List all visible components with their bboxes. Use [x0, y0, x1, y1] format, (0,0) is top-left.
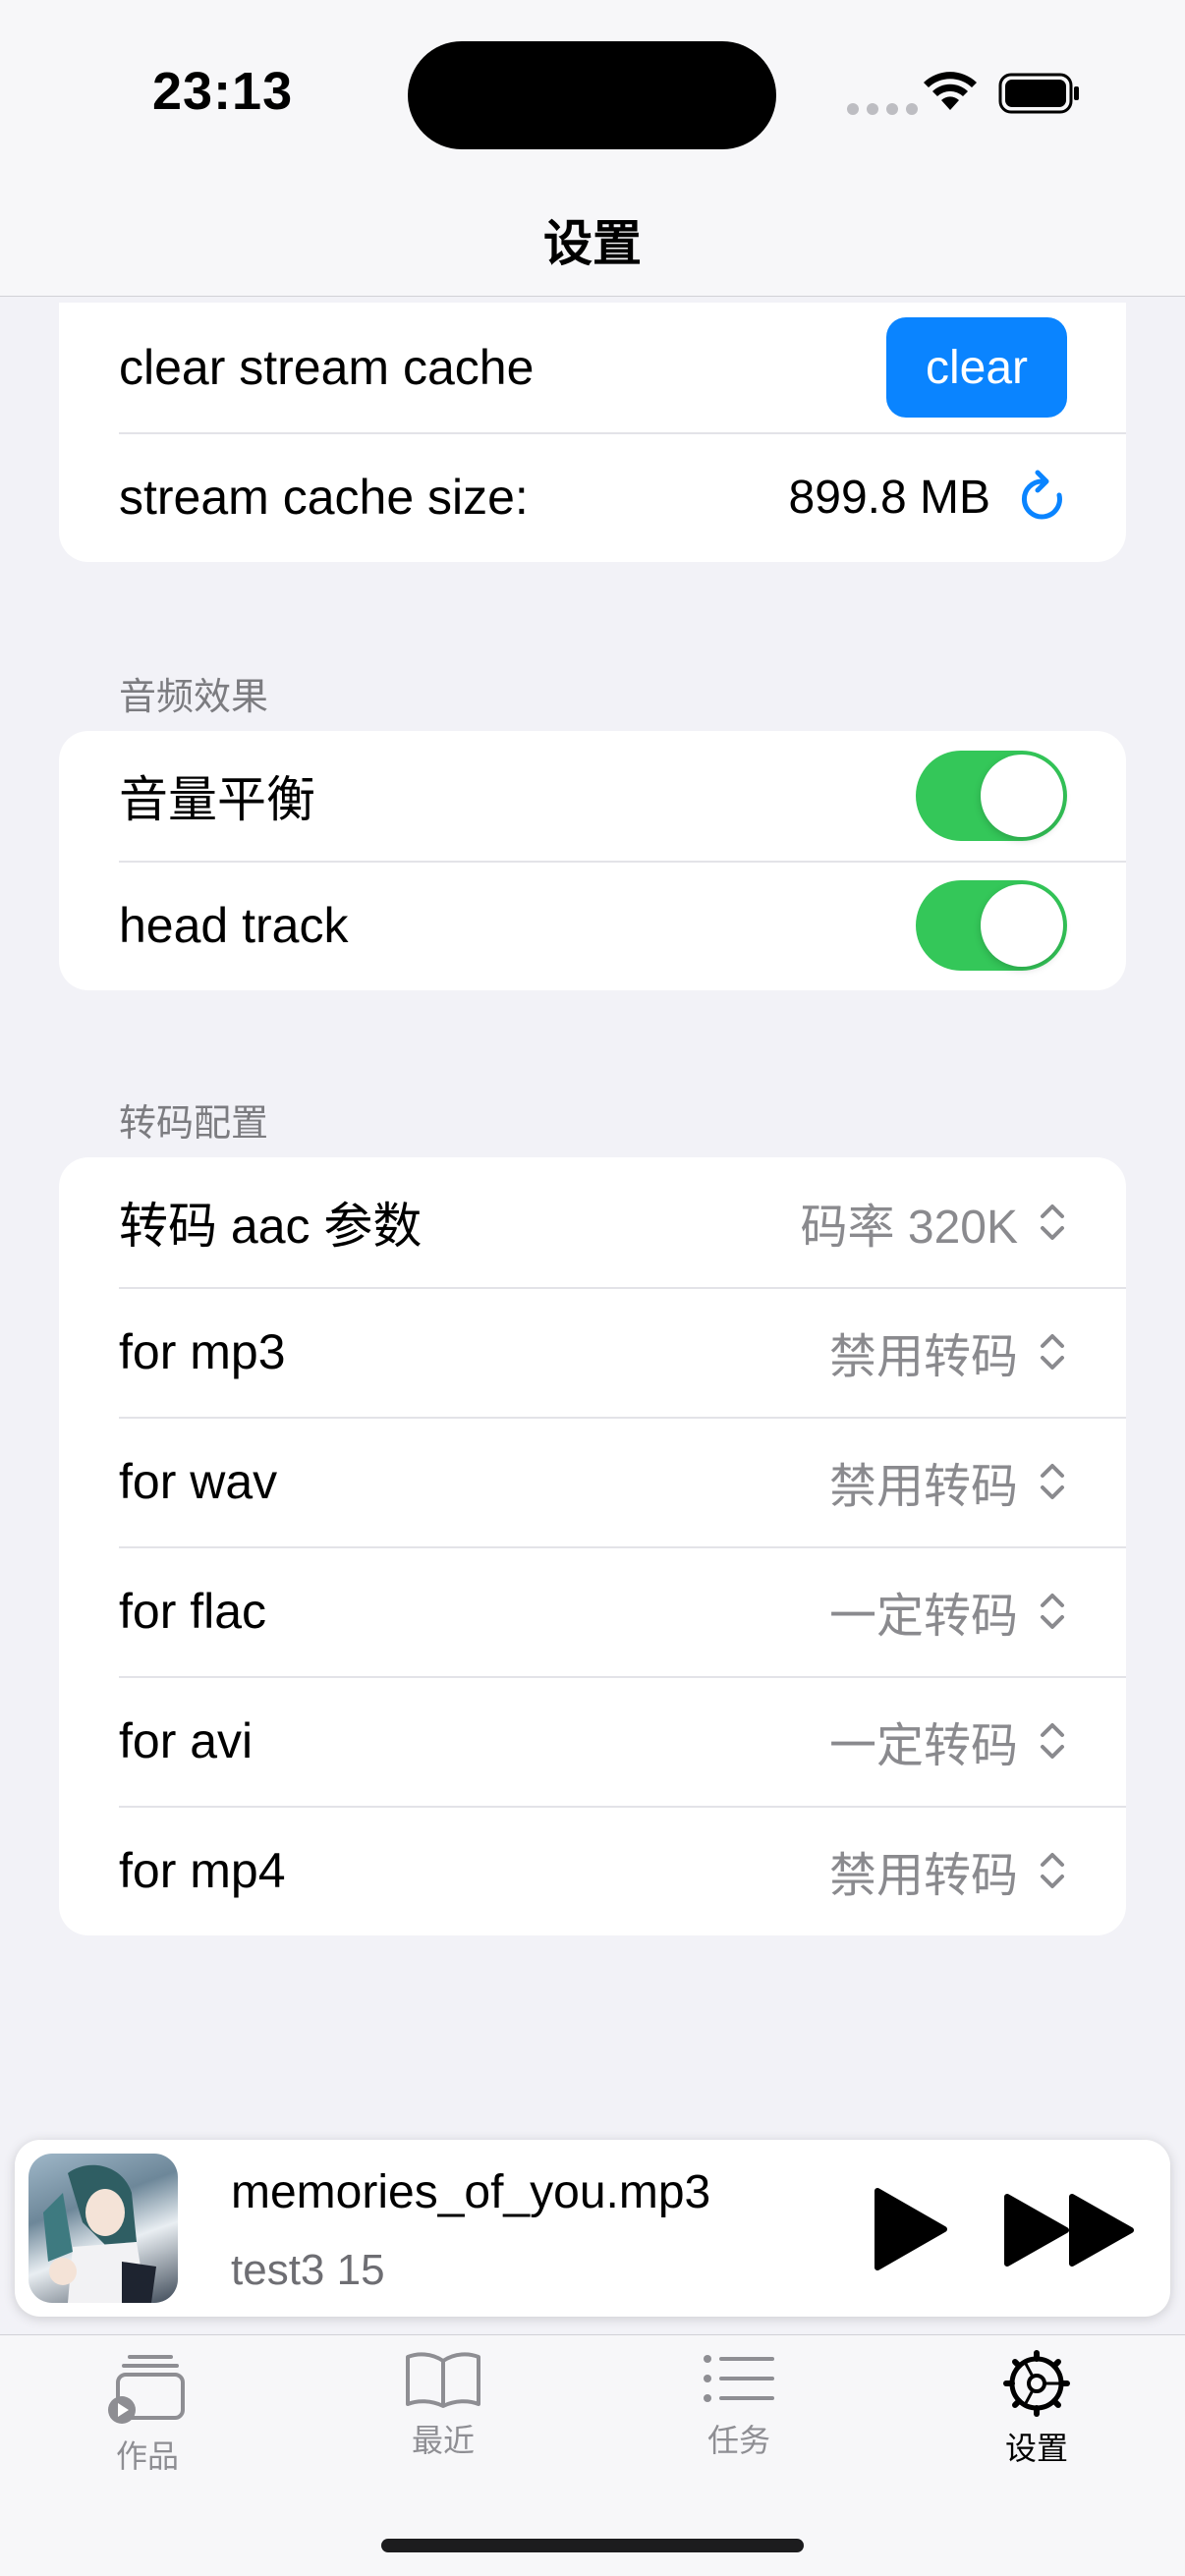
clear-stream-cache-row: clear stream cache clear	[59, 303, 1126, 432]
clear-stream-cache-label: clear stream cache	[119, 340, 535, 395]
transcode-config-group: 转码 aac 参数 码率 320K for mp3 禁用转码 for wav 禁…	[59, 1157, 1126, 1935]
clear-cache-button[interactable]: clear	[886, 317, 1067, 418]
mp4-row[interactable]: for mp4 禁用转码	[59, 1806, 1126, 1935]
transcode-config-header: 转码配置	[119, 1103, 269, 1145]
list-icon	[704, 2355, 774, 2402]
wav-transcode-value[interactable]: 禁用转码	[829, 1447, 1018, 1516]
flac-row[interactable]: for flac 一定转码	[59, 1546, 1126, 1676]
tab-recent-label: 最近	[411, 2423, 475, 2458]
flac-label: for flac	[119, 1584, 267, 1639]
tab-tasks[interactable]: 任务	[641, 2335, 837, 2461]
album-artwork	[28, 2154, 178, 2303]
chevron-up-down-icon	[1041, 1334, 1064, 1370]
transcode-aac-row[interactable]: 转码 aac 参数 码率 320K	[59, 1157, 1126, 1287]
avi-label: for avi	[119, 1713, 254, 1768]
gear-icon	[1003, 2350, 1070, 2417]
chevron-up-down-icon	[1041, 1723, 1064, 1759]
dynamic-island	[408, 41, 776, 149]
mp4-transcode-value[interactable]: 禁用转码	[829, 1836, 1018, 1905]
battery-icon	[998, 73, 1079, 114]
head-track-toggle[interactable]	[916, 880, 1067, 971]
status-time: 23:13	[152, 62, 294, 121]
cellular-signal-icon	[847, 103, 918, 115]
volume-balance-label: 音量平衡	[119, 772, 315, 827]
head-track-label: head track	[119, 898, 349, 953]
avi-row[interactable]: for avi 一定转码	[59, 1676, 1126, 1806]
chevron-up-down-icon	[1041, 1594, 1064, 1629]
stream-cache-group: clear stream cache clear stream cache si…	[59, 303, 1126, 562]
stream-cache-size-value: 899.8 MB	[788, 471, 990, 524]
chevron-up-down-icon	[1041, 1464, 1064, 1499]
avi-transcode-value[interactable]: 一定转码	[829, 1707, 1018, 1775]
aac-bitrate-value[interactable]: 码率 320K	[801, 1188, 1018, 1257]
mp4-label: for mp4	[119, 1843, 286, 1898]
wav-label: for wav	[119, 1454, 278, 1509]
mp3-transcode-value[interactable]: 禁用转码	[829, 1317, 1018, 1386]
tab-works-label: 作品	[115, 2438, 179, 2474]
status-bar: 23:13	[0, 0, 1185, 187]
flac-transcode-value[interactable]: 一定转码	[829, 1577, 1018, 1646]
head-track-row: head track	[59, 861, 1126, 990]
page-title: 设置	[543, 216, 642, 271]
fast-forward-icon[interactable]	[1001, 2191, 1139, 2269]
mp3-label: for mp3	[119, 1324, 286, 1379]
mini-player[interactable]: memories_of_you.mp3 test3 15	[15, 2140, 1170, 2317]
stream-cache-size-row: stream cache size: 899.8 MB	[59, 432, 1126, 562]
volume-balance-toggle[interactable]	[916, 751, 1067, 841]
chevron-up-down-icon	[1041, 1853, 1064, 1888]
song-title: memories_of_you.mp3	[231, 2166, 711, 2218]
volume-balance-row: 音量平衡	[59, 731, 1126, 861]
tab-settings-label: 设置	[1004, 2431, 1068, 2466]
play-icon[interactable]	[866, 2183, 954, 2275]
transcode-aac-label: 转码 aac 参数	[119, 1199, 423, 1254]
stream-cache-size-label: stream cache size:	[119, 470, 529, 525]
tab-tasks-label: 任务	[706, 2423, 770, 2458]
tab-settings[interactable]: 设置	[938, 2335, 1135, 2469]
song-subtitle: test3 15	[231, 2246, 385, 2294]
works-icon	[108, 2355, 185, 2424]
tab-recent[interactable]: 最近	[345, 2335, 541, 2461]
chevron-up-down-icon	[1041, 1204, 1064, 1240]
refresh-icon[interactable]	[1018, 470, 1067, 525]
navigation-bar: 设置	[0, 187, 1185, 297]
audio-effects-group: 音量平衡 head track	[59, 731, 1126, 990]
tab-works[interactable]: 作品	[49, 2335, 246, 2477]
settings-screen: 23:13 设置 clear stream cache clear stream…	[0, 0, 1185, 2576]
book-icon	[406, 2352, 480, 2408]
home-indicator	[381, 2539, 804, 2552]
audio-effects-header: 音频效果	[119, 677, 269, 718]
wifi-icon	[924, 72, 977, 110]
wav-row[interactable]: for wav 禁用转码	[59, 1417, 1126, 1546]
mp3-row[interactable]: for mp3 禁用转码	[59, 1287, 1126, 1417]
